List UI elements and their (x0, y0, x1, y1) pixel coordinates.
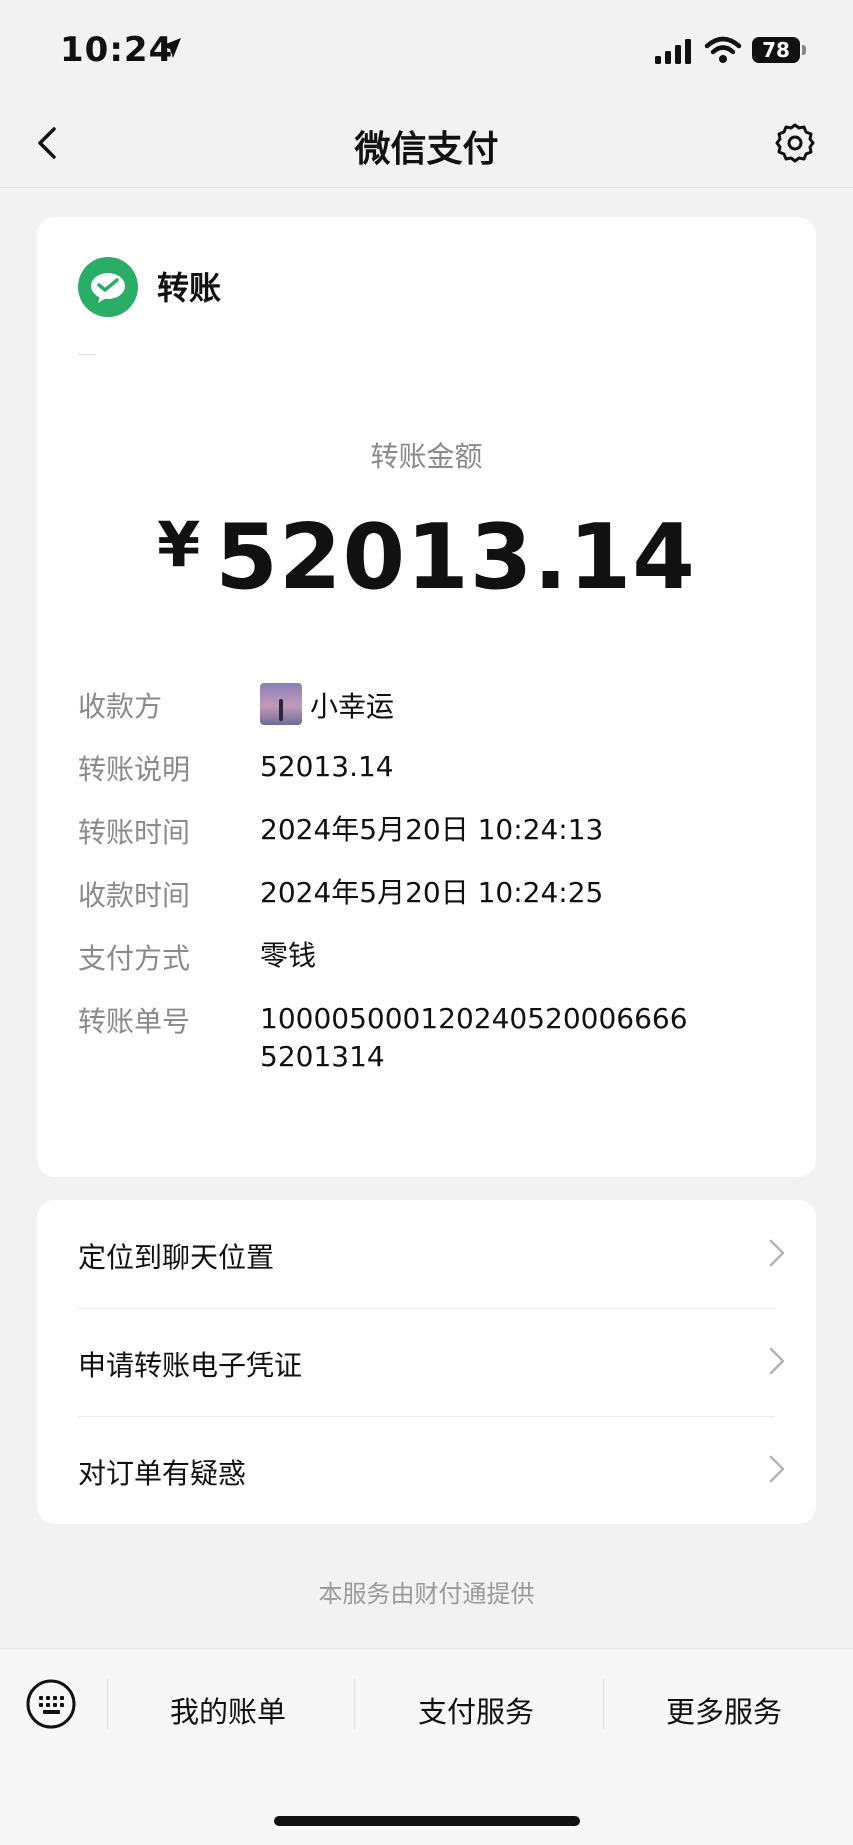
nav-divider (0, 187, 853, 188)
transfer-amount: ¥52013.14 (37, 505, 816, 610)
tab-payment-services[interactable]: 支付服务 (418, 1689, 534, 1731)
order-number-line2: 5201314 (260, 1040, 385, 1073)
detail-value: 52013.14 (260, 750, 394, 783)
keyboard-icon[interactable] (24, 1677, 78, 1731)
menu-item-e-receipt[interactable]: 申请转账电子凭证 (37, 1308, 816, 1416)
location-arrow-icon (161, 38, 181, 58)
tab-more-services[interactable]: 更多服务 (666, 1689, 782, 1731)
bottom-tab-bar: 我的账单 支付服务 更多服务 (0, 1648, 853, 1845)
cellular-signal-icon (655, 39, 691, 64)
divider (78, 354, 96, 355)
menu-item-label: 对订单有疑惑 (78, 1457, 247, 1490)
detail-label: 转账说明 (78, 753, 191, 786)
menu-item-order-question[interactable]: 对订单有疑惑 (37, 1416, 816, 1524)
amount-value: 52013.14 (215, 505, 696, 610)
detail-value: 2024年5月20日 10:24:13 (260, 813, 604, 846)
service-provider-note: 本服务由财付通提供 (318, 1580, 535, 1608)
amount-label: 转账金额 (370, 440, 483, 473)
status-time: 10:24 (60, 30, 174, 70)
page-title: 微信支付 (354, 129, 499, 170)
detail-label: 转账单号 (78, 1005, 191, 1038)
tab-separator (107, 1679, 108, 1729)
wechat-pay-logo-icon (78, 257, 138, 317)
menu-item-locate-chat[interactable]: 定位到聊天位置 (37, 1200, 816, 1308)
status-bar: 10:24 78 (0, 0, 853, 100)
transfer-detail-card: 转账 转账金额 ¥52013.14 收款方 小幸运 转账说明 52013.14 … (37, 217, 816, 1177)
payee-avatar (260, 683, 302, 725)
chevron-right-icon (769, 1347, 785, 1375)
detail-label: 转账时间 (78, 816, 191, 849)
gear-icon[interactable] (770, 118, 820, 168)
tab-separator (603, 1679, 604, 1729)
chevron-right-icon (769, 1239, 785, 1267)
payee-name: 小幸运 (310, 690, 395, 723)
wifi-icon (704, 36, 742, 63)
nav-bar: 微信支付 (0, 100, 853, 188)
transfer-title: 转账 (157, 269, 222, 307)
detail-value: 零钱 (260, 939, 317, 972)
battery-indicator: 78 (752, 37, 800, 63)
home-indicator (274, 1816, 580, 1826)
battery-cap (802, 45, 806, 55)
action-menu-card: 定位到聊天位置 申请转账电子凭证 对订单有疑惑 (37, 1200, 816, 1524)
order-number-line1: 100005000120240520006666 (260, 1002, 688, 1035)
detail-value: 2024年5月20日 10:24:25 (260, 876, 604, 909)
detail-label: 收款时间 (78, 879, 191, 912)
detail-label: 收款方 (78, 690, 163, 723)
menu-item-label: 申请转账电子凭证 (78, 1349, 303, 1382)
tab-separator (354, 1679, 355, 1729)
detail-label: 支付方式 (78, 942, 191, 975)
menu-item-label: 定位到聊天位置 (78, 1241, 275, 1274)
tab-my-bills[interactable]: 我的账单 (170, 1689, 286, 1731)
order-number[interactable]: 100005000120240520006666 5201314 (260, 1000, 688, 1076)
chevron-right-icon (769, 1455, 785, 1483)
currency-symbol: ¥ (157, 508, 202, 581)
